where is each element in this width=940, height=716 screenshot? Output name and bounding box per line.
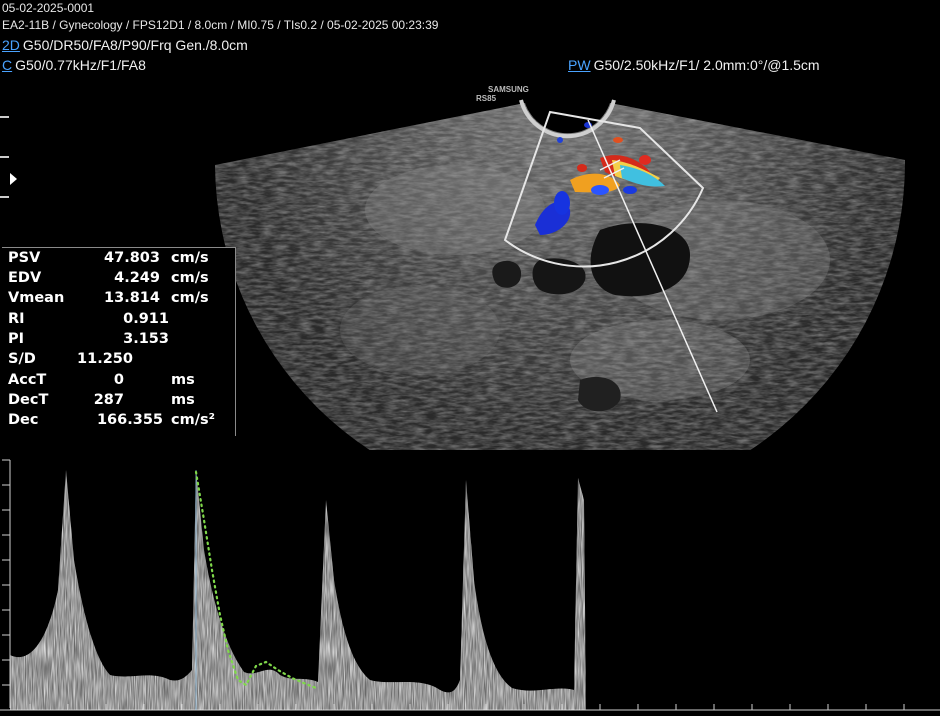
measurement-row: Dec 166.355 cm/s² [8, 412, 234, 432]
measurement-row: DecT 287 ms [8, 392, 228, 412]
spectrum-waveform [10, 470, 586, 710]
measurement-value: 166.355 [96, 412, 163, 428]
measurement-label: S/D [8, 351, 36, 367]
measurement-unit: ms [171, 372, 195, 388]
measurement-unit: cm/s [171, 250, 209, 266]
depth-ruler [0, 100, 14, 220]
measurement-value: 47.803 [104, 250, 160, 266]
measurement-value: 287 [93, 392, 124, 408]
measurement-value: 0 [113, 372, 124, 388]
measurement-label: RI [8, 311, 25, 327]
measurement-row: PSV 47.803 cm/s [8, 250, 228, 270]
doppler-scale [2, 459, 11, 708]
measurement-value: 13.814 [104, 290, 160, 306]
measurement-unit: ms [171, 392, 195, 408]
measurement-row: Vmean 13.814 cm/s [8, 290, 228, 310]
measurement-row: AccT 0 ms [8, 372, 228, 392]
measurement-panel: PSV 47.803 cm/s EDV 4.249 cm/s Vmean 13.… [2, 247, 236, 436]
measurement-value: 11.250 [77, 351, 133, 367]
measurement-row: PI 3.153 [8, 331, 228, 351]
measurement-value: 3.153 [123, 331, 169, 347]
focus-marker-icon[interactable] [10, 173, 17, 185]
measurement-label: PI [8, 331, 25, 347]
measurement-label: PSV [8, 250, 41, 266]
measurement-unit: cm/s [171, 290, 209, 306]
measurement-unit: cm/s² [171, 412, 215, 428]
measurement-value: 4.249 [114, 270, 160, 286]
measurement-label: Vmean [8, 290, 65, 306]
spectral-doppler[interactable] [0, 440, 940, 716]
measurement-unit: cm/s [171, 270, 209, 286]
measurement-label: DecT [8, 392, 49, 408]
measurement-label: EDV [8, 270, 42, 286]
measurement-row: EDV 4.249 cm/s [8, 270, 228, 290]
measurement-row: RI 0.911 [8, 311, 228, 331]
probe-logo-line1: SAMSUNG [488, 85, 529, 94]
probe-logo-line2: RS85 [476, 94, 497, 103]
measurement-label: Dec [8, 412, 39, 428]
measurement-row: S/D 11.250 [8, 351, 228, 371]
measurement-value: 0.911 [123, 311, 169, 327]
measurement-label: AccT [8, 372, 47, 388]
